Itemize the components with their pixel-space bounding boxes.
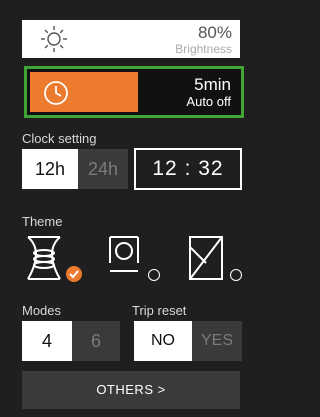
trip-reset-no-button[interactable]: NO (134, 321, 192, 361)
brightness-label: Brightness (175, 42, 232, 56)
sun-icon (41, 26, 67, 52)
theme-round-icon[interactable] (106, 233, 142, 283)
mode-6-button[interactable]: 6 (72, 321, 120, 361)
trip-reset-yes-button[interactable]: YES (192, 321, 242, 361)
theme-selected-check-icon (66, 266, 82, 282)
auto-off-label: Auto off (186, 94, 231, 109)
auto-off-value: 5min (194, 75, 231, 94)
trip-reset-label: Trip reset (132, 303, 187, 318)
clock-icon (44, 81, 68, 105)
time-display[interactable]: 12 : 32 (134, 148, 242, 190)
format-12h-button[interactable]: 12h (22, 149, 78, 189)
format-24h-button[interactable]: 24h (78, 149, 128, 189)
auto-off-slider[interactable]: 5min Auto off (24, 66, 244, 118)
brightness-value: 80% (197, 23, 232, 42)
others-button[interactable]: OTHERS > (22, 371, 240, 409)
clock-setting-label: Clock setting (22, 131, 97, 146)
mode-4-button[interactable]: 4 (22, 321, 72, 361)
theme-diagonal-icon[interactable] (186, 233, 226, 283)
theme-rolls-icon[interactable] (24, 233, 64, 283)
theme-diagonal-radio[interactable] (230, 269, 242, 281)
theme-round-radio[interactable] (148, 269, 160, 281)
theme-label: Theme (22, 214, 63, 229)
modes-label: Modes (22, 303, 62, 318)
brightness-slider[interactable]: 80% Brightness (22, 20, 240, 58)
